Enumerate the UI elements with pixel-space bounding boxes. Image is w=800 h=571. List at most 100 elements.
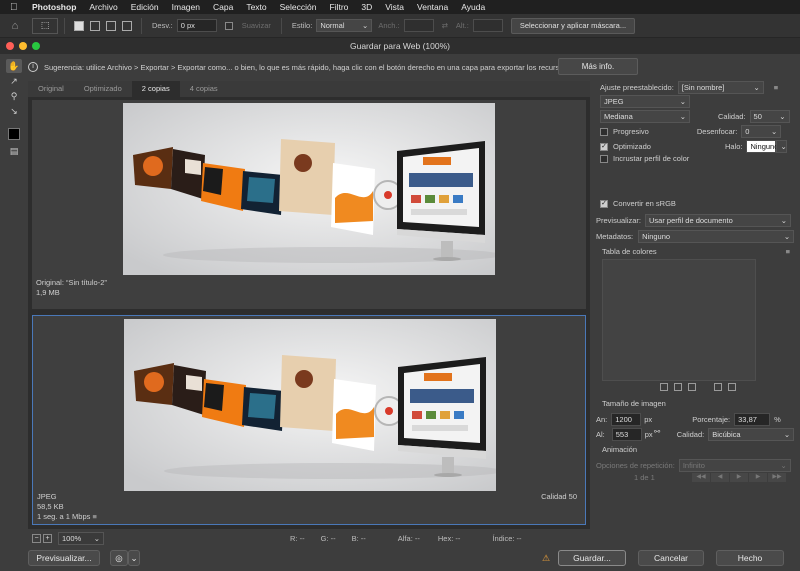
style-select[interactable]: Normal ⌄: [316, 19, 373, 32]
toggle-slices-icon[interactable]: ▤: [6, 144, 22, 158]
dialog-tools: ✋ ↗ ⚲ ↘ ▤: [4, 58, 24, 159]
menu-filter[interactable]: Filtro: [330, 2, 349, 12]
matte-value[interactable]: Ninguno: [746, 140, 778, 153]
minimize-window-button[interactable]: [19, 42, 27, 50]
tab-optimized[interactable]: Optimizado: [74, 81, 132, 97]
more-info-button[interactable]: Más info.: [558, 58, 638, 75]
browser-dropdown[interactable]: ⌄: [128, 550, 140, 566]
convert-srgb-label: Convertir en sRGB: [613, 199, 676, 208]
zoom-in-button[interactable]: +: [43, 533, 52, 543]
menu-3d[interactable]: 3D: [361, 2, 372, 12]
loop-select[interactable]: Infinito ⌄: [678, 459, 791, 472]
original-preview-image: [123, 103, 495, 275]
tip-text: Sugerencia: utilice Archivo > Exportar >…: [44, 62, 568, 72]
height-input[interactable]: 553: [611, 428, 642, 441]
eyedropper-tool-icon[interactable]: ↘: [6, 104, 22, 118]
menu-image[interactable]: Imagen: [172, 2, 200, 12]
preview-button[interactable]: Previsualizar...: [28, 550, 100, 566]
metadata-select[interactable]: Ninguno ⌄: [638, 230, 795, 243]
width-input[interactable]: 1200: [611, 413, 642, 426]
apple-icon[interactable]: : [10, 2, 20, 13]
menu-view[interactable]: Vista: [385, 2, 404, 12]
subtract-selection-icon[interactable]: [106, 20, 116, 31]
add-selection-icon[interactable]: [90, 20, 100, 31]
slice-select-tool-icon[interactable]: ↗: [6, 74, 22, 88]
convert-srgb-row: ✓ Convertir en sRGB: [594, 199, 796, 208]
first-frame-icon[interactable]: ◀◀: [692, 473, 710, 482]
trash-icon[interactable]: [728, 383, 736, 391]
new-color-icon[interactable]: [714, 383, 722, 391]
tab-2-up[interactable]: 2 copias: [131, 81, 180, 97]
zoom-window-button[interactable]: [32, 42, 40, 50]
width-input[interactable]: [403, 19, 434, 32]
menu-help[interactable]: Ayuda: [461, 2, 485, 12]
feather-input[interactable]: 0 px: [176, 19, 217, 32]
menu-file[interactable]: Archivo: [89, 2, 117, 12]
lock-color-icon[interactable]: [688, 383, 696, 391]
menu-type[interactable]: Texto: [246, 2, 266, 12]
embed-profile-row: Incrustar perfil de color: [594, 154, 796, 163]
original-preview-pane[interactable]: Original: “Sin título-2” 1,9 MB: [32, 100, 586, 309]
previous-frame-icon[interactable]: ◀: [711, 473, 729, 482]
menu-bar:  Photoshop Archivo Edición Imagen Capa …: [0, 0, 800, 14]
optimize-menu-icon[interactable]: ≡: [774, 83, 778, 92]
web-shift-icon[interactable]: [674, 383, 682, 391]
color-table-menu-icon[interactable]: ≡: [786, 247, 790, 256]
matte-dropdown[interactable]: ⌄: [776, 140, 788, 153]
zoom-select[interactable]: 100% ⌄: [58, 531, 104, 545]
tab-4-up[interactable]: 4 copias: [180, 81, 228, 97]
last-frame-icon[interactable]: ▶▶: [768, 473, 786, 482]
width-row: An: 1200 px Porcentaje: 33,87 %: [594, 413, 796, 426]
menu-layer[interactable]: Capa: [213, 2, 233, 12]
chevron-down-icon: ⌄: [679, 112, 686, 121]
play-icon[interactable]: ▶: [730, 473, 748, 482]
preview-profile-select[interactable]: Usar perfil de documento ⌄: [645, 214, 792, 227]
optimized-checkbox[interactable]: ✓: [600, 142, 608, 151]
new-selection-icon[interactable]: [74, 20, 84, 31]
map-color-icon[interactable]: [660, 383, 668, 391]
preset-value: [Sin nombre]: [681, 83, 725, 92]
blur-select[interactable]: 0 ⌄: [741, 125, 782, 138]
smooth-label: Suavizar: [241, 21, 271, 30]
save-button[interactable]: Guardar...: [558, 550, 626, 566]
download-speed[interactable]: 1 seg. a 1 Mbps ≡: [37, 512, 97, 522]
tab-original[interactable]: Original: [28, 81, 74, 97]
compression-select[interactable]: Mediana ⌄: [600, 110, 690, 123]
done-button[interactable]: Hecho: [716, 550, 784, 566]
zoom-tool-icon[interactable]: ⚲: [6, 89, 22, 103]
close-window-button[interactable]: [6, 42, 14, 50]
format-select[interactable]: JPEG ⌄: [600, 95, 690, 108]
menu-select[interactable]: Selección: [280, 2, 317, 12]
speed-menu-icon[interactable]: ≡: [92, 512, 96, 521]
zoom-out-button[interactable]: −: [32, 533, 41, 543]
resample-select[interactable]: Bicúbica ⌄: [708, 428, 795, 441]
select-and-mask-button[interactable]: Seleccionar y aplicar máscara...: [510, 17, 636, 34]
next-frame-icon[interactable]: ▶: [749, 473, 767, 482]
metadata-label: Metadatos:: [596, 232, 634, 241]
hand-tool-icon[interactable]: ✋: [6, 59, 22, 73]
convert-srgb-checkbox[interactable]: ✓: [600, 199, 608, 208]
menu-window[interactable]: Ventana: [417, 2, 448, 12]
embed-profile-checkbox[interactable]: [600, 154, 608, 163]
marquee-tool-selector[interactable]: ⬚: [32, 17, 58, 34]
menu-edit[interactable]: Edición: [131, 2, 159, 12]
height-input[interactable]: [472, 19, 503, 32]
preset-select[interactable]: [Sin nombre] ⌄: [677, 81, 764, 94]
swap-icon[interactable]: ⇄: [442, 21, 448, 30]
home-icon[interactable]: ⌂: [8, 19, 22, 33]
feather-label: Desv.:: [152, 21, 173, 30]
browser-preview-icon[interactable]: ◎: [110, 550, 128, 566]
chevron-down-icon: ⌄: [362, 21, 369, 30]
optimized-preview-pane[interactable]: JPEG 58,5 KB 1 seg. a 1 Mbps ≡ Calidad 5…: [32, 315, 586, 525]
menu-app[interactable]: Photoshop: [32, 2, 76, 12]
readout-alpha: Alfa: --: [397, 533, 420, 543]
intersect-selection-icon[interactable]: [122, 20, 132, 31]
loop-label: Opciones de repetición:: [596, 461, 675, 470]
percent-input[interactable]: 33,87: [734, 413, 771, 426]
smooth-checkbox[interactable]: [224, 21, 233, 30]
cancel-button[interactable]: Cancelar: [638, 550, 704, 566]
separator: [280, 17, 282, 34]
eyedropper-color-swatch[interactable]: [8, 128, 20, 140]
progressive-checkbox[interactable]: [600, 127, 608, 136]
quality-select[interactable]: 50 ⌄: [749, 110, 790, 123]
